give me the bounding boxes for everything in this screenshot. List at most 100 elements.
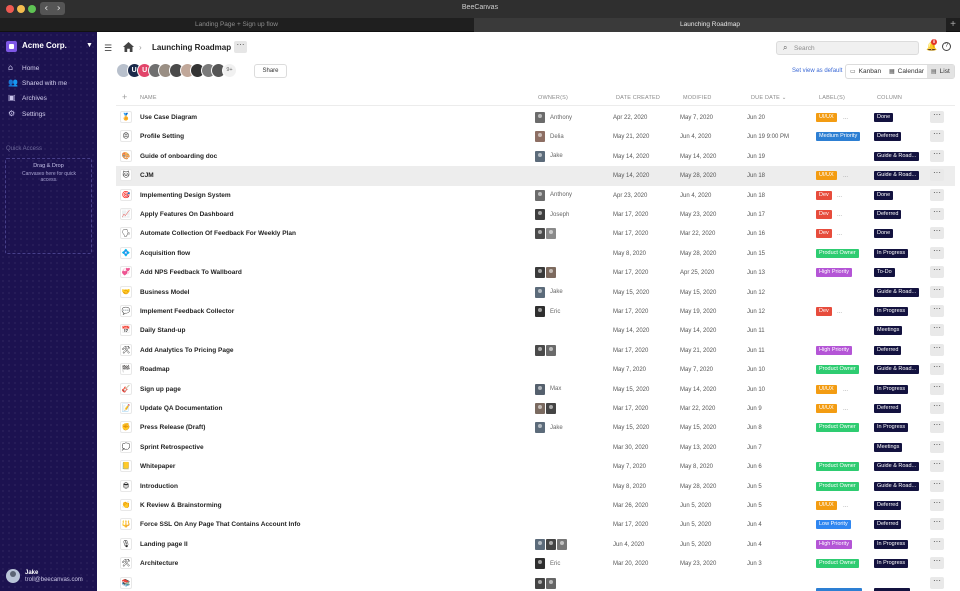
- row-more-button[interactable]: ···: [930, 421, 944, 434]
- owner-avatar[interactable]: [535, 131, 545, 143]
- row-name[interactable]: Use Case Diagram: [140, 114, 197, 121]
- label-badge[interactable]: UI/UX: [816, 113, 837, 122]
- row-more-button[interactable]: ···: [930, 440, 944, 453]
- column-header-due-date[interactable]: DUE DATE ⌄: [751, 95, 787, 101]
- view-tab-list[interactable]: ▤ List: [927, 65, 954, 78]
- column-badge[interactable]: In Progress: [874, 539, 909, 549]
- row-name[interactable]: Sprint Retrospective: [140, 444, 204, 451]
- table-row[interactable]: 📅 Daily Stand-up May 14, 2020 May 14, 2020 J…: [116, 321, 955, 340]
- row-name[interactable]: K Review & Brainstorming: [140, 502, 222, 509]
- row-more-button[interactable]: ···: [930, 518, 944, 531]
- column-badge[interactable]: In Progress: [874, 384, 909, 394]
- column-badge[interactable]: Meetings: [874, 442, 903, 452]
- column-badge[interactable]: To-Do: [874, 268, 895, 278]
- bell-icon[interactable]: 🔔 8: [926, 39, 937, 52]
- label-badge[interactable]: Product Owner: [816, 423, 859, 433]
- label-badge[interactable]: [816, 587, 862, 591]
- column-badge[interactable]: Done: [874, 190, 894, 200]
- table-row[interactable]: 😠 Profile Setting Delia May 21, 2020 Jun 4, …: [116, 127, 955, 146]
- column-badge[interactable]: Guide & Road...: [874, 151, 920, 161]
- sidebar-item-archives[interactable]: ▣ Archives: [8, 92, 47, 104]
- owner-avatar[interactable]: [535, 558, 545, 570]
- row-more-button[interactable]: ···: [930, 343, 944, 356]
- label-badge[interactable]: High Priority: [816, 539, 852, 549]
- column-badge[interactable]: Deferred: [874, 132, 902, 142]
- row-more-button[interactable]: ···: [930, 285, 944, 298]
- table-row[interactable]: 🛠 Architecture Eric Mar 20, 2020 May 23, 202…: [116, 554, 955, 573]
- row-name[interactable]: Whitepaper: [140, 463, 175, 470]
- label-badge[interactable]: Product Owner: [816, 481, 859, 491]
- row-name[interactable]: CJM: [140, 172, 154, 179]
- quick-access-dropzone[interactable]: Drag & Drop Canvases here for quick acce…: [5, 158, 92, 254]
- column-badge[interactable]: In Progress: [874, 423, 909, 433]
- table-row[interactable]: 💭 Sprint Retrospective Mar 30, 2020 May 13,…: [116, 438, 955, 457]
- label-badge[interactable]: UI/UX: [816, 404, 837, 413]
- owner-avatar[interactable]: [535, 577, 545, 589]
- owner-avatar[interactable]: [535, 267, 545, 279]
- table-row[interactable]: 🎙 Landing page II Jun 4, 2020 Jun 5, 2020 Ju…: [116, 535, 955, 554]
- row-name[interactable]: Daily Stand-up: [140, 327, 186, 334]
- new-tab-button[interactable]: +: [946, 18, 960, 32]
- column-header-owners[interactable]: OWNER(S): [538, 95, 568, 101]
- canvas-more-button[interactable]: ···: [234, 41, 247, 53]
- owner-avatar[interactable]: [546, 538, 556, 550]
- owner-avatar[interactable]: [546, 577, 556, 589]
- row-name[interactable]: Implement Feedback Collector: [140, 308, 234, 315]
- table-row[interactable]: 💬 Implement Feedback Collector Eric Mar 17,…: [116, 302, 955, 321]
- owner-avatar[interactable]: [546, 403, 556, 414]
- table-row[interactable]: 🐱 CJM May 14, 2020 May 28, 2020 Jun 18 UI/UX.…: [116, 166, 955, 186]
- column-badge[interactable]: Deferred: [874, 501, 902, 510]
- table-row[interactable]: 🔱 Force SSL On Any Page That Contains Acc…: [116, 515, 955, 534]
- table-row[interactable]: 💞 Add NPS Feedback To Wallboard Mar 17, 20…: [116, 263, 955, 282]
- row-name[interactable]: Add Analytics To Pricing Page: [140, 347, 234, 354]
- search-input[interactable]: ⌕ Search: [776, 41, 919, 55]
- column-badge[interactable]: Guide & Road...: [874, 287, 920, 297]
- column-badge[interactable]: Done: [874, 113, 894, 122]
- column-badge[interactable]: Deferred: [874, 210, 902, 219]
- row-more-button[interactable]: ···: [930, 402, 944, 414]
- label-badge[interactable]: Low Priority: [816, 520, 851, 530]
- label-badge[interactable]: Dev: [816, 307, 832, 316]
- column-badge[interactable]: Deferred: [874, 404, 902, 413]
- column-header-column[interactable]: COLUMN: [877, 95, 902, 101]
- column-badge[interactable]: Done: [874, 229, 894, 239]
- home-icon[interactable]: [123, 42, 134, 52]
- column-badge[interactable]: Deferred: [874, 345, 902, 355]
- row-more-button[interactable]: ···: [930, 208, 944, 220]
- owner-avatar[interactable]: [546, 228, 556, 240]
- row-more-button[interactable]: ···: [930, 227, 944, 240]
- row-more-button[interactable]: ···: [930, 324, 944, 337]
- sidebar-item-settings[interactable]: ⚙ Settings: [8, 108, 46, 120]
- label-badge[interactable]: High Priority: [816, 268, 852, 278]
- owner-avatar[interactable]: [546, 344, 556, 356]
- view-tab-calendar[interactable]: ▦ Calendar: [885, 65, 927, 78]
- column-badge[interactable]: Meetings: [874, 326, 903, 336]
- add-item-icon[interactable]: +: [122, 92, 127, 102]
- owner-avatar[interactable]: [535, 306, 545, 317]
- column-badge[interactable]: Guide & Road...: [874, 365, 920, 375]
- column-header-created[interactable]: DATE CREATED: [616, 95, 660, 101]
- row-name[interactable]: Guide of onboarding doc: [140, 153, 217, 160]
- label-badge[interactable]: Product Owner: [816, 365, 859, 375]
- label-badge[interactable]: Dev: [816, 190, 832, 200]
- row-more-button[interactable]: ···: [930, 246, 944, 259]
- column-badge[interactable]: Guide & Road...: [874, 481, 920, 491]
- row-name[interactable]: Automate Collection Of Feedback For Week…: [140, 230, 296, 237]
- label-badge[interactable]: Dev: [816, 229, 832, 239]
- sidebar-item-home[interactable]: ⌂ Home: [8, 62, 39, 74]
- row-more-button[interactable]: ···: [930, 382, 944, 395]
- table-row[interactable]: 🎨 Guide of onboarding doc Jake May 14, 2020…: [116, 147, 955, 166]
- table-row[interactable]: 📚 ···: [116, 574, 955, 591]
- table-row[interactable]: 📈 Apply Features On Dashboard Joseph Mar 17…: [116, 205, 955, 224]
- column-badge[interactable]: Guide & Road...: [874, 171, 920, 181]
- row-name[interactable]: Acquisition flow: [140, 250, 190, 257]
- avatar[interactable]: [6, 569, 20, 583]
- owner-avatar[interactable]: [535, 209, 545, 220]
- breadcrumb[interactable]: Launching Roadmap: [152, 43, 231, 52]
- column-header-modified[interactable]: MODIFIED: [683, 95, 712, 101]
- owner-avatar[interactable]: [535, 150, 545, 162]
- owner-avatar[interactable]: [535, 422, 545, 434]
- row-name[interactable]: Update QA Documentation: [140, 405, 222, 412]
- owner-avatar[interactable]: [535, 286, 545, 298]
- owner-avatar[interactable]: [535, 403, 545, 414]
